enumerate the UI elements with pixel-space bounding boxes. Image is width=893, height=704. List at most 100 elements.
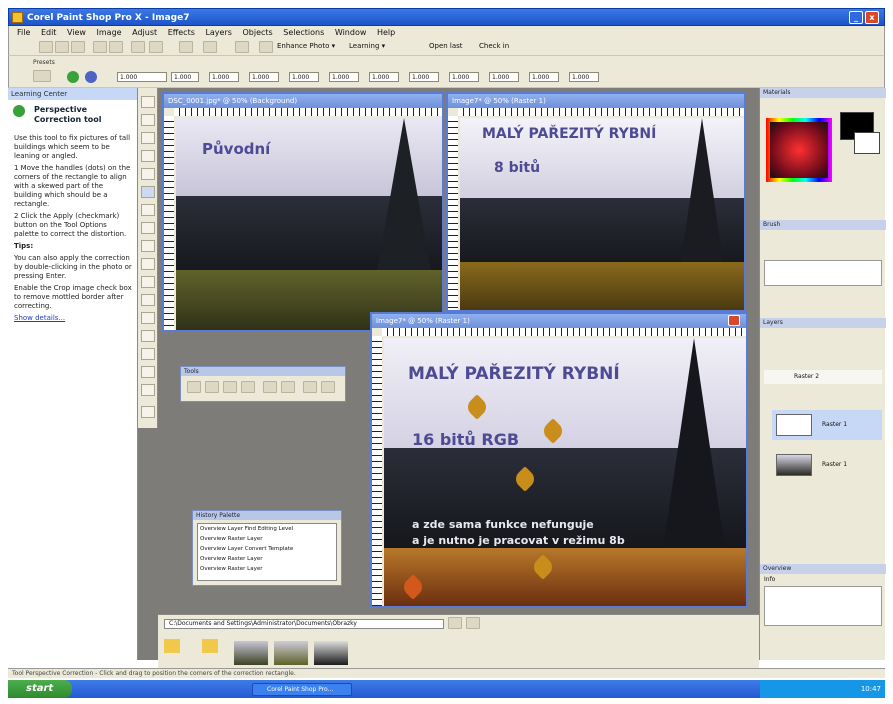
color-picker-square[interactable] <box>770 122 828 178</box>
info-tab[interactable]: Info <box>764 576 775 583</box>
clone-tool-icon[interactable] <box>141 222 155 234</box>
dropper-tool-icon[interactable] <box>141 168 155 180</box>
option-field-7[interactable]: 1.000 <box>409 72 439 82</box>
palette-tool-8-icon[interactable] <box>321 381 335 393</box>
menu-selections[interactable]: Selections <box>283 28 324 37</box>
menu-layers[interactable]: Layers <box>205 28 231 37</box>
history-item[interactable]: Overview Layer Find Editing Level <box>200 524 336 534</box>
pan-tool-icon[interactable] <box>141 96 155 108</box>
show-details-link[interactable]: Show details... <box>14 314 132 323</box>
learning-dropdown[interactable]: Learning ▾ <box>349 42 385 50</box>
warp-tool-icon[interactable] <box>141 348 155 360</box>
open-icon[interactable] <box>55 41 69 53</box>
history-item[interactable]: Overview Layer Convert Template <box>200 544 336 554</box>
browser-icon[interactable] <box>235 41 249 53</box>
option-field-10[interactable]: 1.000 <box>529 72 559 82</box>
folder-icon[interactable] <box>202 639 218 653</box>
fill-tool-icon[interactable] <box>141 276 155 288</box>
menu-window[interactable]: Window <box>335 28 367 37</box>
smudge-tool-icon[interactable] <box>141 366 155 378</box>
palette-tool-1-icon[interactable] <box>187 381 201 393</box>
new-icon[interactable] <box>39 41 53 53</box>
perspective-tool-icon[interactable] <box>141 186 155 198</box>
back-icon[interactable] <box>13 105 25 117</box>
option-field-8[interactable]: 1.000 <box>449 72 479 82</box>
window-close-icon[interactable] <box>728 315 740 326</box>
cancel-icon[interactable] <box>85 71 97 83</box>
redo-icon[interactable] <box>149 41 163 53</box>
option-field-2[interactable]: 1.000 <box>209 72 239 82</box>
palette-tool-4-icon[interactable] <box>241 381 255 393</box>
background-swatch[interactable] <box>854 132 880 154</box>
canvas-original[interactable]: Původní <box>176 118 442 330</box>
save-icon[interactable] <box>71 41 85 53</box>
start-button[interactable]: start <box>8 680 72 698</box>
apply-icon[interactable] <box>67 71 79 83</box>
move-tool-icon[interactable] <box>141 114 155 126</box>
folder-icon[interactable] <box>164 639 180 653</box>
history-item[interactable]: Overview Raster Layer <box>200 564 336 574</box>
check-in-button[interactable]: Check in <box>479 42 509 50</box>
history-item[interactable]: Overview Raster Layer <box>200 534 336 544</box>
text-tool-icon[interactable] <box>141 294 155 306</box>
crop-check[interactable]: 1.000 <box>117 72 167 82</box>
menu-edit[interactable]: Edit <box>41 28 57 37</box>
freehand-tool-icon[interactable] <box>141 150 155 162</box>
brush-tool-icon[interactable] <box>141 240 155 252</box>
thumbnail-image[interactable] <box>234 641 268 665</box>
selection-tool-icon[interactable] <box>141 132 155 144</box>
palette-tool-7-icon[interactable] <box>303 381 317 393</box>
shape-tool-icon[interactable] <box>141 312 155 324</box>
undo-icon[interactable] <box>131 41 145 53</box>
menu-help[interactable]: Help <box>377 28 395 37</box>
enhance-photo-dropdown[interactable]: Enhance Photo ▾ <box>277 42 335 50</box>
palette-tool-5-icon[interactable] <box>263 381 277 393</box>
image-window-original[interactable]: DSC_0001.jpg* @ 50% (Background) Původní <box>162 92 444 332</box>
pen-tool-icon[interactable] <box>141 330 155 342</box>
camera-icon[interactable] <box>259 41 273 53</box>
folder-up-icon[interactable] <box>466 617 480 629</box>
tools-toolbar <box>138 88 158 428</box>
option-field-11[interactable]: 1.000 <box>569 72 599 82</box>
dodge-tool-icon[interactable] <box>141 384 155 396</box>
menu-effects[interactable]: Effects <box>168 28 195 37</box>
print-icon[interactable] <box>93 41 107 53</box>
presets-icon[interactable] <box>33 70 51 82</box>
option-field-6[interactable]: 1.000 <box>369 72 399 82</box>
image-window-8bit[interactable]: Image7* @ 50% (Raster 1) MALÝ PAŘEZITÝ R… <box>446 92 746 312</box>
copy-icon[interactable] <box>109 41 123 53</box>
option-field-3[interactable]: 1.000 <box>249 72 279 82</box>
history-item[interactable]: Overview Raster Layer <box>200 554 336 564</box>
menu-view[interactable]: View <box>67 28 86 37</box>
menu-image[interactable]: Image <box>97 28 122 37</box>
open-last-button[interactable]: Open last <box>429 42 463 50</box>
browser-path[interactable]: C:\Documents and Settings\Administrator\… <box>164 619 444 629</box>
thumbnail-image[interactable] <box>274 641 308 665</box>
eraser-tool-icon[interactable] <box>141 258 155 270</box>
minimize-button[interactable]: _ <box>849 11 863 24</box>
option-field-5[interactable]: 1.000 <box>329 72 359 82</box>
option-field-4[interactable]: 1.000 <box>289 72 319 82</box>
taskbar-button[interactable]: Corel Paint Shop Pro... <box>252 683 352 696</box>
palette-tool-2-icon[interactable] <box>205 381 219 393</box>
zoom-icon[interactable] <box>203 41 217 53</box>
window-title-bar[interactable]: Corel Paint Shop Pro X - Image7 _ x <box>8 8 885 26</box>
more-tools-icon[interactable] <box>141 406 155 418</box>
canvas-8bit[interactable]: MALÝ PAŘEZITÝ RYBNÍ 8 bitů <box>460 118 744 310</box>
palette-tool-6-icon[interactable] <box>281 381 295 393</box>
menu-adjust[interactable]: Adjust <box>132 28 157 37</box>
layer-row[interactable]: Raster 2 <box>764 370 882 384</box>
standard-toolbar: Enhance Photo ▾ Learning ▾ Open last Che… <box>8 39 885 56</box>
menu-objects[interactable]: Objects <box>242 28 272 37</box>
close-button[interactable]: x <box>865 11 879 24</box>
crop-icon[interactable] <box>179 41 193 53</box>
image-window-16bit[interactable]: Image7* @ 50% (Raster 1) MALÝ PAŘEZITÝ R… <box>370 312 748 608</box>
thumbnail-image[interactable] <box>314 641 348 665</box>
canvas-16bit[interactable]: MALÝ PAŘEZITÝ RYBNÍ 16 bitů RGB a zde sa… <box>384 338 746 606</box>
redeye-tool-icon[interactable] <box>141 204 155 216</box>
palette-tool-3-icon[interactable] <box>223 381 237 393</box>
browse-icon[interactable] <box>448 617 462 629</box>
menu-file[interactable]: File <box>17 28 30 37</box>
option-field-1[interactable]: 1.000 <box>171 72 199 82</box>
option-field-9[interactable]: 1.000 <box>489 72 519 82</box>
